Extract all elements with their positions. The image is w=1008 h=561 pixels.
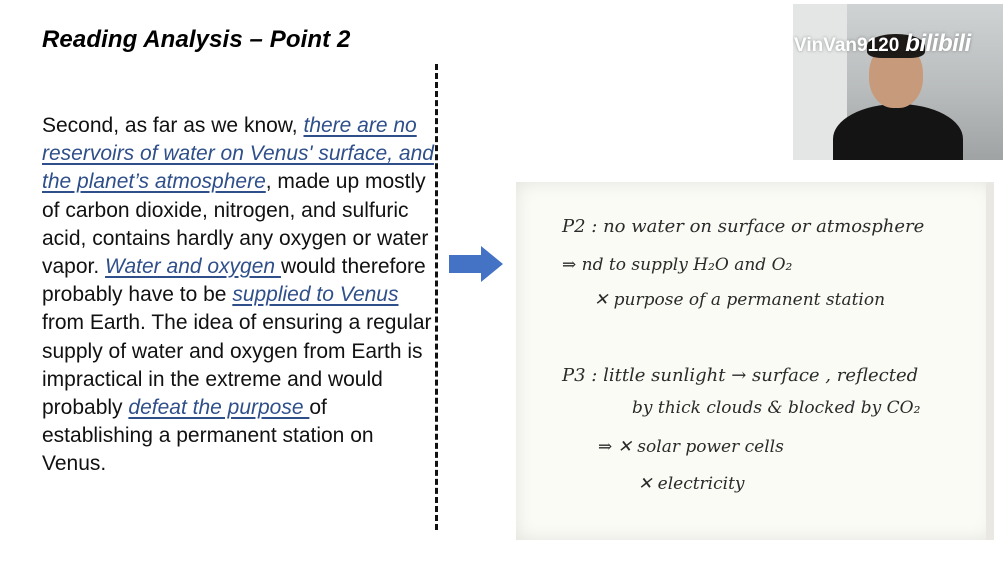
- right-arrow-icon: [449, 246, 503, 282]
- note-line: P3 : little sunlight → surface , reflect…: [562, 365, 919, 386]
- passage-segment: Second, as far as we know,: [42, 114, 304, 137]
- note-line: P2 : no water on surface or atmosphere: [562, 216, 925, 237]
- passage-highlight: supplied to Venus: [232, 283, 399, 307]
- handwritten-notes: P2 : no water on surface or atmosphere ⇒…: [516, 182, 994, 540]
- reading-passage: Second, as far as we know, there are no …: [42, 112, 442, 479]
- channel-watermark: VinVan9120 bilibili: [794, 30, 971, 58]
- note-line: ⇒ nd to supply H₂O and O₂: [562, 255, 793, 275]
- note-line: ✕ purpose of a permanent station: [594, 290, 886, 310]
- webcam-overlay: [793, 4, 1003, 160]
- note-line: ✕ electricity: [638, 474, 745, 494]
- note-line: by thick clouds & blocked by CO₂: [632, 398, 921, 418]
- passage-highlight: defeat the purpose: [128, 396, 310, 420]
- note-line: ⇒ ✕ solar power cells: [598, 437, 784, 457]
- bilibili-logo-icon: bilibili: [905, 30, 971, 57]
- dashed-divider: [435, 64, 438, 530]
- watermark-user: VinVan9120: [794, 35, 900, 56]
- slide: Reading Analysis – Point 2 Second, as fa…: [0, 0, 1008, 561]
- slide-title: Reading Analysis – Point 2: [42, 26, 351, 53]
- passage-highlight: Water and oxygen: [105, 255, 281, 279]
